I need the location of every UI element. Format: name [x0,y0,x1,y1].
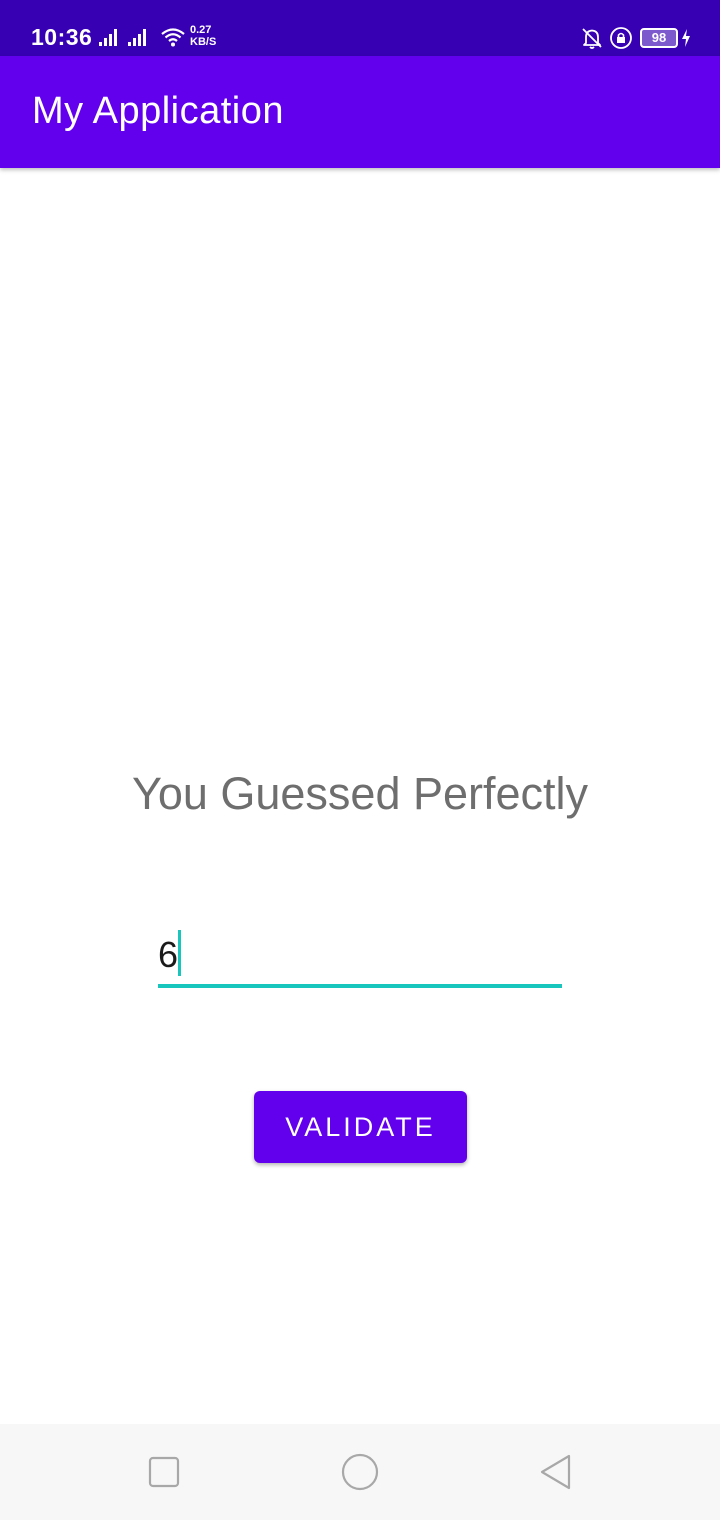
back-icon[interactable] [536,1452,576,1492]
network-speed-unit: KB/S [190,36,217,48]
app-title: My Application [32,90,285,132]
battery-level: 98 [651,30,667,45]
charging-icon [682,29,690,47]
text-cursor [178,930,181,976]
home-icon[interactable] [340,1452,380,1492]
bell-off-icon [582,28,602,49]
recent-apps-icon[interactable] [144,1452,184,1492]
navigation-bar [0,1424,720,1520]
input-underline [158,984,562,988]
validate-button[interactable]: VALIDATE [254,1091,467,1163]
status-bar: 10:36 0.27 KB/S 98 [0,0,720,56]
guess-input-value: 6 [158,934,179,975]
network-speed: 0.27 KB/S [190,24,216,48]
status-time: 10:36 [31,24,93,50]
lock-rotation-icon [610,27,632,49]
result-message: You Guessed Perfectly [131,768,589,819]
battery-icon: 98 [640,28,678,48]
signal-icon [128,29,146,46]
screen: 10:36 0.27 KB/S 98 My Application You Gu… [0,0,720,1520]
network-speed-value: 0.27 [190,24,212,36]
guess-input[interactable]: 6 [158,926,562,988]
wifi-icon [161,28,185,47]
signal-icon [99,29,117,46]
app-bar: My Application [0,56,720,168]
